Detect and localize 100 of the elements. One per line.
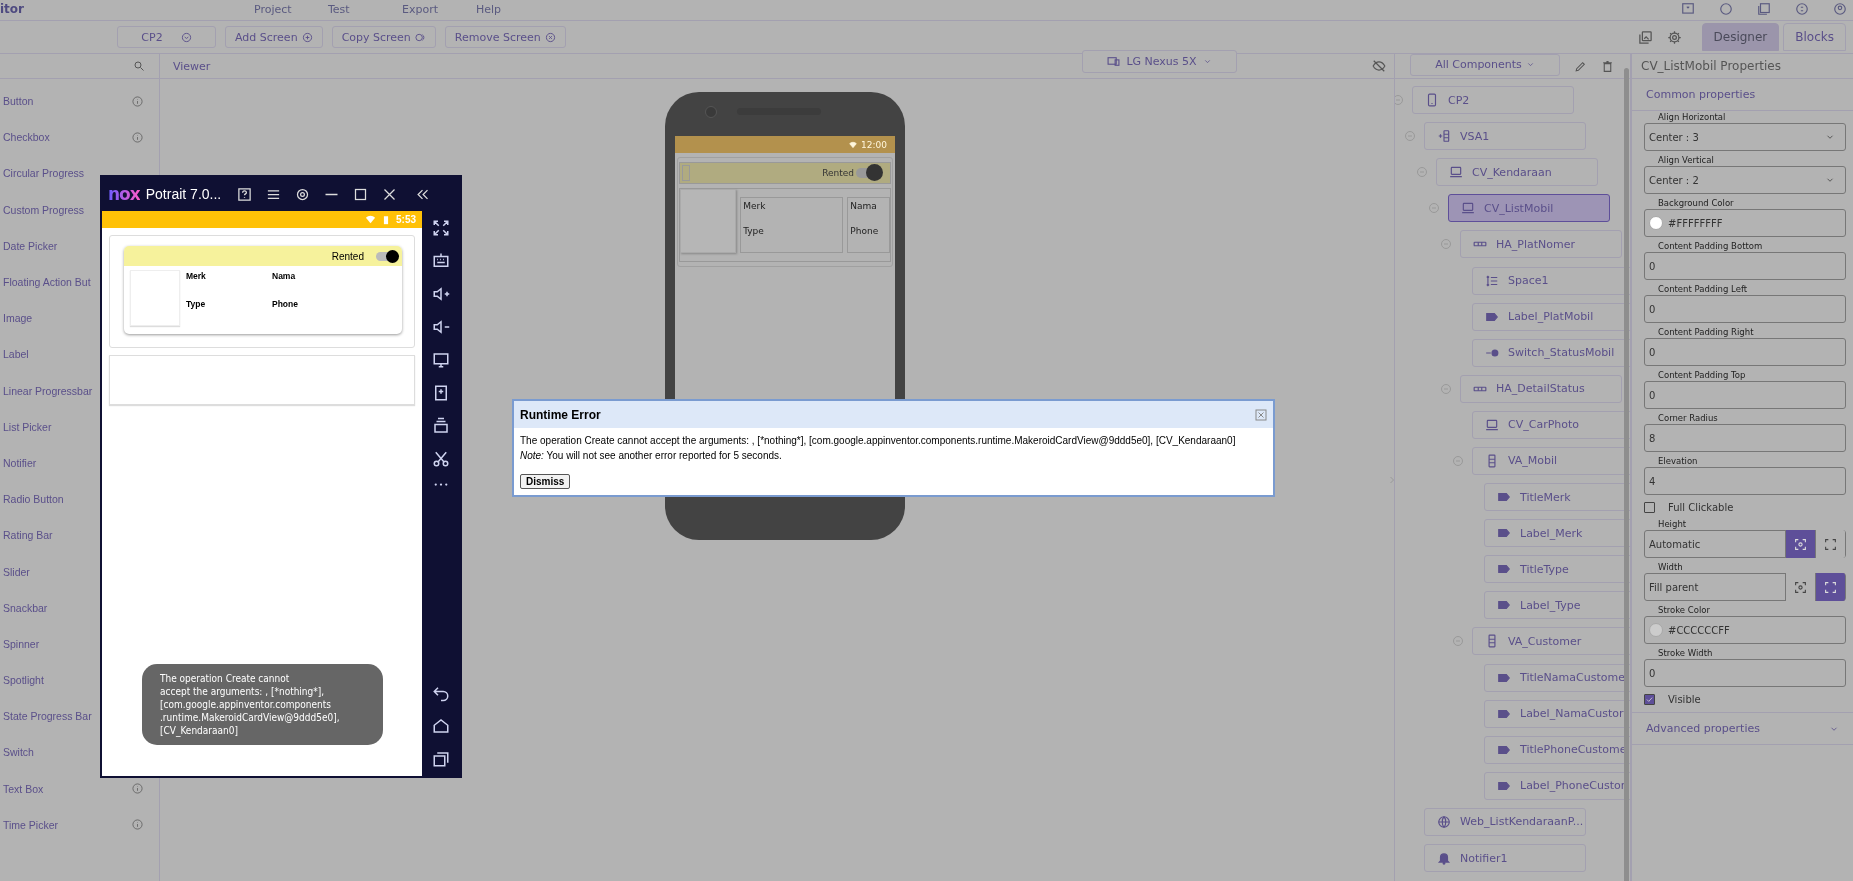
panel-title: CV_ListMobil Properties — [1641, 59, 1781, 73]
tree-node[interactable]: Label_Type — [1484, 591, 1630, 620]
toolbar-button[interactable]: Remove Screen — [444, 26, 566, 48]
field-value: Automatic — [1648, 538, 1702, 550]
devices-icon — [1107, 55, 1121, 68]
tree-node[interactable]: TitlePhoneCustome — [1484, 735, 1630, 764]
tree-node[interactable]: CP2 — [1412, 86, 1574, 115]
spacing-icon — [1485, 273, 1499, 288]
scrollbar[interactable] — [1624, 68, 1629, 881]
tree-node[interactable]: Label_NamaCustor — [1484, 699, 1630, 728]
toolbar-button[interactable]: Copy Screen — [331, 26, 436, 48]
dismiss-button[interactable]: Dismiss — [520, 474, 571, 489]
tree-node[interactable]: Notifier1 — [1424, 844, 1586, 872]
toolbar-button[interactable]: Add Screen — [225, 26, 323, 48]
palette-item[interactable]: Spotlight — [3, 674, 44, 687]
monitor-icon — [432, 351, 450, 369]
palette-item[interactable]: Circular Progress — [3, 167, 85, 180]
field-label: Background Color — [1655, 198, 1737, 209]
tree-node[interactable]: Switch_StatusMobil — [1472, 338, 1630, 367]
status-time: 12:00 — [861, 139, 887, 150]
palette-item[interactable]: Linear Progressbar — [3, 384, 93, 397]
menu-item[interactable]: Export — [402, 3, 438, 16]
size-toggle[interactable] — [1815, 573, 1845, 601]
device-dropdown[interactable]: LG Nexus 5X — [1082, 50, 1237, 73]
palette-item[interactable]: Switch — [3, 746, 34, 759]
tree-node[interactable]: VSA1 — [1424, 122, 1586, 151]
switch[interactable] — [376, 251, 396, 261]
tree-node[interactable]: CV_CarPhoto — [1472, 410, 1630, 439]
tab[interactable]: Blocks — [1783, 23, 1846, 51]
size-toggle[interactable] — [1785, 530, 1815, 558]
scissors-icon — [432, 450, 450, 468]
palette-item[interactable]: Custom Progress — [3, 203, 85, 216]
screen-dropdown[interactable]: CP2 — [117, 26, 216, 48]
home-icon — [432, 717, 450, 735]
palette-item[interactable]: Text Box — [3, 782, 44, 795]
maximize-icon — [353, 186, 369, 202]
palette-item[interactable]: Button — [3, 95, 34, 108]
tree-node[interactable]: Label_PhoneCustor — [1484, 771, 1630, 800]
preview-label: Merk — [743, 201, 767, 211]
palette-item[interactable]: Time Picker — [3, 818, 59, 831]
tree-node[interactable]: VA_Customer — [1472, 627, 1630, 656]
palette-item[interactable]: Checkbox — [3, 131, 50, 144]
toast-message: The operation Create cannot accept the arguments: , [*nothing*], [com.google.appinventor.components .runtime.MakeroidCardView@9ddd5e0], [CV_Kendaraan0] — [142, 664, 383, 745]
palette-item[interactable]: Snackbar — [3, 601, 48, 614]
checkbox[interactable] — [1644, 693, 1655, 705]
collapse-icon — [1395, 94, 1404, 107]
globe-icon — [1437, 814, 1451, 829]
column-icon — [1485, 634, 1499, 649]
palette-item[interactable]: Floating Action But — [3, 276, 91, 289]
palette-item[interactable]: List Picker — [3, 420, 52, 433]
palette-item[interactable]: Spinner — [3, 637, 40, 650]
trash-icon — [1601, 59, 1614, 73]
menu-item[interactable]: Test — [328, 3, 350, 16]
status-label: Rented — [331, 250, 364, 262]
tree-node[interactable]: Label_PlatMobil — [1472, 302, 1630, 331]
palette-item[interactable]: State Progress Bar — [3, 710, 92, 723]
section-header[interactable]: Advanced properties — [1646, 722, 1760, 735]
back-icon — [432, 684, 450, 702]
tree-node[interactable]: TitleType — [1484, 555, 1630, 584]
palette-item[interactable]: Rating Bar — [3, 529, 53, 542]
preview-label: Nama — [850, 201, 878, 211]
tree-node[interactable]: Web_ListKendaraanP... — [1424, 807, 1586, 836]
tree-node[interactable]: TitleNamaCustome — [1484, 663, 1630, 692]
menu-item[interactable]: Project — [254, 3, 292, 16]
fullscreen-icon — [1824, 580, 1837, 594]
tree-node[interactable]: TitleMerk — [1484, 483, 1630, 512]
fullscreen-icon — [1824, 537, 1837, 551]
settings-icon — [295, 186, 311, 202]
tree-node[interactable]: CV_ListMobil — [1448, 194, 1610, 223]
tree-node[interactable]: Space1 — [1472, 266, 1630, 295]
status-time: 5:53 — [396, 214, 416, 225]
palette-item[interactable]: Image — [3, 312, 33, 325]
palette-item[interactable]: Radio Button — [3, 493, 64, 506]
palette-item[interactable]: Date Picker — [3, 239, 58, 252]
info-icon — [132, 131, 143, 143]
field-label: Stroke Color — [1655, 605, 1713, 616]
more-icon — [432, 483, 450, 486]
collapse-icon — [1428, 202, 1440, 215]
palette-item[interactable]: Slider — [3, 565, 30, 578]
menu-item[interactable]: Help — [476, 3, 502, 16]
minimize-icon — [324, 192, 340, 196]
field-label: Nama — [272, 271, 296, 281]
volume-up-icon — [432, 285, 450, 303]
stack-icon — [432, 417, 450, 435]
palette-item[interactable]: Label — [3, 348, 29, 361]
components-filter[interactable]: All Components — [1410, 54, 1560, 76]
settings-icon — [1666, 29, 1682, 45]
tree-node[interactable]: HA_DetailStatus — [1460, 374, 1622, 403]
tree-node[interactable]: HA_PlatNomer — [1460, 230, 1622, 259]
palette-item[interactable]: Notifier — [3, 456, 37, 469]
tree-node[interactable]: VA_Mobil — [1472, 447, 1630, 475]
search-icon — [133, 60, 145, 72]
checkbox[interactable] — [1644, 501, 1655, 513]
tab[interactable]: Designer — [1701, 23, 1780, 51]
collapse-icon — [1404, 130, 1416, 143]
chevron-down-icon — [1525, 60, 1535, 69]
section-header[interactable]: Common properties — [1646, 88, 1756, 101]
monitor-icon — [1485, 417, 1499, 432]
tree-node[interactable]: Label_Merk — [1484, 519, 1630, 548]
tree-node[interactable]: CV_Kendaraan — [1436, 158, 1598, 187]
